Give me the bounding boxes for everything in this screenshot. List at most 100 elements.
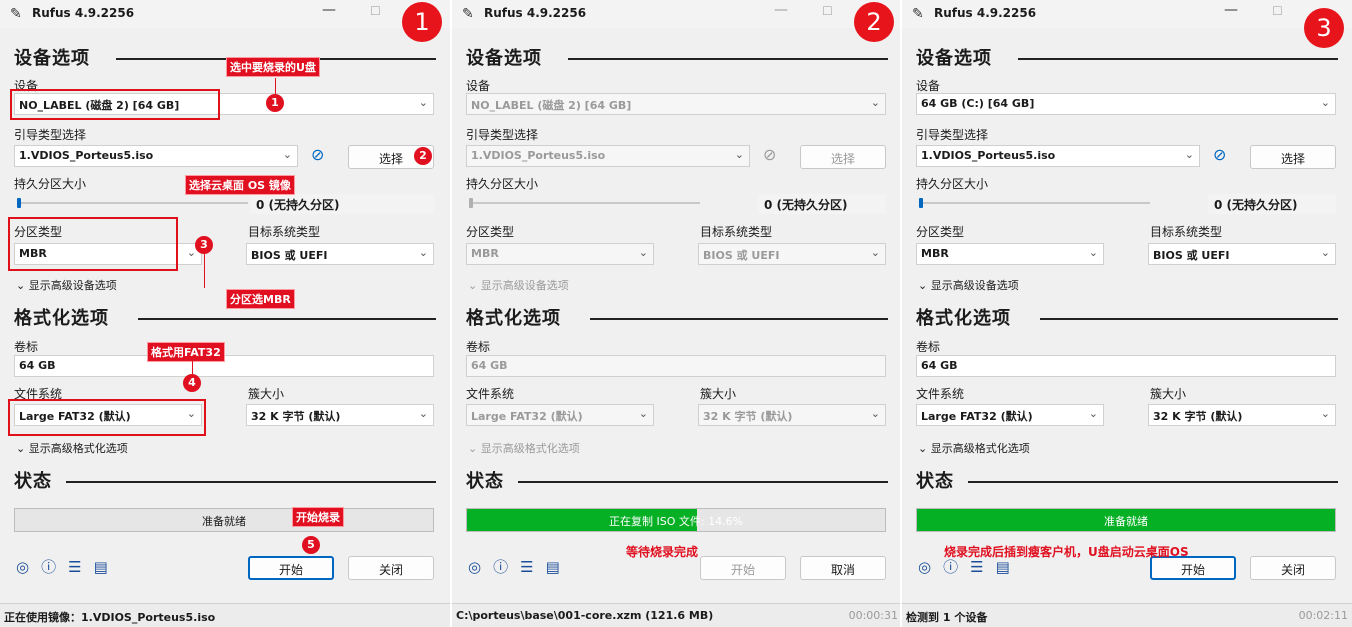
section-divider [518,481,888,483]
window-title: Rufus 4.9.2256 [32,6,135,20]
title-bar: ✎ Rufus 4.9.2256 — ☐ [0,0,450,28]
partition-label: 分区类型 [466,225,515,239]
section-divider [1040,318,1338,320]
partition-select[interactable]: MBR ⌄ [466,243,654,265]
persistent-slider[interactable] [470,202,700,204]
target-select[interactable]: BIOS 或 UEFI ⌄ [698,243,886,265]
cluster-select[interactable]: 32 K 字节 (默认) ⌄ [698,404,886,426]
status-footer: 正在使用镜像：1.VDIOS_Porteus5.iso [0,603,450,627]
adv-format-toggle[interactable]: ⌄ 显示高级格式化选项 [16,440,128,456]
section-divider [138,318,436,320]
pen-usb-icon: ✎ [912,6,924,22]
rufus-window-step-1: ✎ Rufus 4.9.2256 — ☐ 1 设备选项 设备 NO_LABEL … [0,0,450,627]
adv-format-toggle[interactable]: ⌄ 显示高级格式化选项 [468,440,580,456]
cluster-select[interactable]: 32 K 字节 (默认) ⌄ [246,404,434,426]
chevron-down-icon: ⌄ [418,96,428,109]
persistent-label: 持久分区大小 [916,177,989,191]
start-button[interactable]: 开始 [700,556,786,580]
footer-text: C:\porteus\base\001-core.xzm (121.6 MB) [456,609,714,622]
partition-select[interactable]: MBR ⌄ [916,243,1104,265]
callout-line [192,360,193,374]
volume-label-label: 卷标 [14,340,39,354]
persistent-slider[interactable] [920,202,1150,204]
section-device: 设备选项 [14,48,90,69]
highlight-device [10,89,220,120]
section-divider [66,481,436,483]
slider-thumb[interactable] [17,198,21,208]
volume-label-input[interactable]: 64 GB [466,355,886,377]
minimize-icon[interactable]: — [774,2,788,18]
chevron-down-icon: ⌄ [870,407,880,420]
target-select[interactable]: BIOS 或 UEFI ⌄ [1148,243,1336,265]
chevron-down-icon: ⌄ [638,407,648,420]
chevron-down-icon: ⌄ [1320,246,1330,259]
cancel-button[interactable]: 取消 [800,556,886,580]
rufus-window-step-3: ✎ Rufus 4.9.2256 — ☐ 3 设备选项 设备 64 GB (C:… [902,0,1352,627]
select-image-button[interactable]: 选择 [800,145,886,169]
globe-icon[interactable]: ◎ [918,558,943,576]
device-label: 设备 [466,79,491,93]
cluster-select[interactable]: 32 K 字节 (默认) ⌄ [1148,404,1336,426]
adv-device-toggle[interactable]: ⌄ 显示高级设备选项 [468,277,569,293]
log-icon[interactable]: ▤ [546,558,572,576]
adv-format-toggle[interactable]: ⌄ 显示高级格式化选项 [918,440,1030,456]
callout-select-os: 选择云桌面 OS 镜像 [185,175,295,195]
boot-select[interactable]: 1.VDIOS_Porteus5.iso ⌄ [916,145,1200,167]
minimize-icon[interactable]: — [1224,2,1238,18]
file-system-select[interactable]: Large FAT32 (默认) ⌄ [466,404,654,426]
close-button[interactable]: 关闭 [348,556,434,580]
boot-select[interactable]: 1.VDIOS_Porteus5.iso ⌄ [14,145,298,167]
status-bar: 准备就绪 [14,508,434,532]
chevron-down-icon: ⌄ [468,442,481,455]
select-image-button[interactable]: 选择 [1250,145,1336,169]
volume-label-input[interactable]: 64 GB [916,355,1336,377]
slider-thumb[interactable] [919,198,923,208]
info-icon[interactable]: ⓘ [493,558,520,576]
device-label: 设备 [916,79,941,93]
check-circle-icon[interactable]: ⊘ [311,145,324,164]
boot-select[interactable]: 1.VDIOS_Porteus5.iso ⌄ [466,145,750,167]
start-button[interactable]: 开始 [248,556,334,580]
target-select[interactable]: BIOS 或 UEFI ⌄ [246,243,434,265]
highlight-partition [8,217,178,271]
chevron-down-icon: ⌄ [468,279,481,292]
callout-start-burn: 开始烧录 [292,507,344,527]
adv-device-toggle[interactable]: ⌄ 显示高级设备选项 [918,277,1019,293]
device-select[interactable]: NO_LABEL (磁盘 2) [64 GB] ⌄ [466,93,886,115]
status-footer: 检测到 1 个设备 00:02:11 [902,603,1352,627]
log-icon[interactable]: ▤ [94,558,120,576]
globe-icon[interactable]: ◎ [16,558,41,576]
minimize-icon[interactable]: — [322,2,336,18]
info-icon[interactable]: ⓘ [943,558,970,576]
pen-usb-icon: ✎ [462,6,474,22]
adv-device-toggle[interactable]: ⌄ 显示高级设备选项 [16,277,117,293]
close-button[interactable]: 关闭 [1250,556,1336,580]
device-select[interactable]: 64 GB (C:) [64 GB] ⌄ [916,93,1336,115]
persistent-label: 持久分区大小 [14,177,87,191]
log-icon[interactable]: ▤ [996,558,1022,576]
file-system-select[interactable]: Large FAT32 (默认) ⌄ [916,404,1104,426]
persistent-slider[interactable] [18,202,248,204]
globe-icon[interactable]: ◎ [468,558,493,576]
tool-icons: ◎ⓘ☰▤ [468,556,572,577]
slider-thumb[interactable] [469,198,473,208]
sliders-icon[interactable]: ☰ [520,558,545,576]
sliders-icon[interactable]: ☰ [970,558,995,576]
cluster-label: 簇大小 [1150,387,1187,401]
callout-fat32: 格式用FAT32 [147,342,225,362]
maximize-icon[interactable]: ☐ [1272,4,1283,18]
check-circle-icon[interactable]: ⊘ [763,145,776,164]
chevron-down-icon: ⌄ [918,279,931,292]
check-circle-icon[interactable]: ⊘ [1213,145,1226,164]
chevron-down-icon: ⌄ [638,246,648,259]
maximize-icon[interactable]: ☐ [822,4,833,18]
boot-selection-label: 引导类型选择 [466,128,539,142]
sliders-icon[interactable]: ☰ [68,558,93,576]
chevron-down-icon: ⌄ [418,407,428,420]
info-icon[interactable]: ⓘ [41,558,68,576]
status-footer: C:\porteus\base\001-core.xzm (121.6 MB) … [452,603,902,627]
maximize-icon[interactable]: ☐ [370,4,381,18]
file-system-label: 文件系统 [916,387,965,401]
chevron-down-icon: ⌄ [918,442,931,455]
cluster-label: 簇大小 [700,387,737,401]
